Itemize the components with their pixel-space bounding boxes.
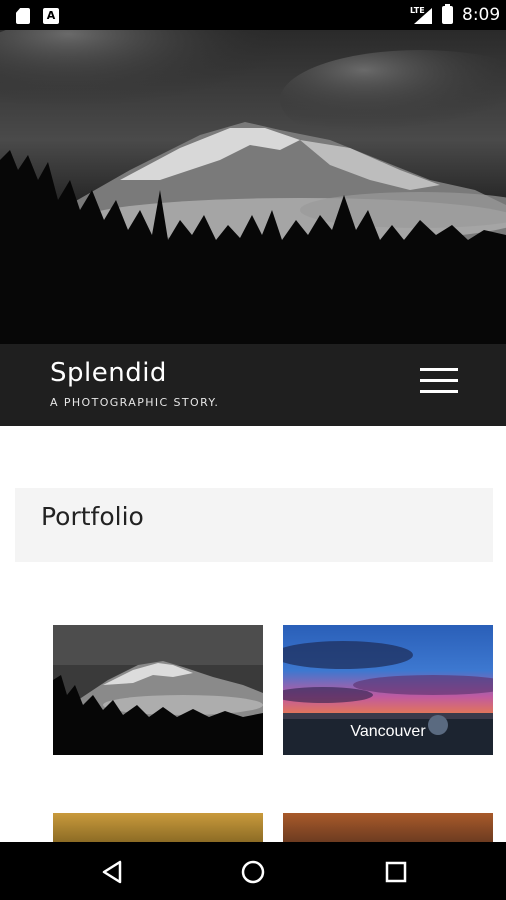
site-tagline: A PHOTOGRAPHIC STORY. [50,396,220,409]
a-notification-icon: A [43,8,59,24]
portfolio-section-header: Portfolio [15,488,493,562]
sd-card-icon [16,8,30,24]
navigation-bar [0,842,506,900]
home-icon[interactable] [240,859,266,885]
recents-icon[interactable] [383,859,409,885]
portfolio-item-vancouver[interactable]: Vancouver [283,625,493,755]
portfolio-item-3[interactable] [53,813,263,843]
portfolio-item-4[interactable] [283,813,493,843]
portfolio-item-mountain[interactable] [53,625,263,755]
signal-icon [414,8,432,24]
status-time: 8:09 [462,5,501,25]
site-title[interactable]: Splendid [50,358,167,388]
portfolio-item-label: Vancouver [350,723,426,740]
portfolio-heading: Portfolio [41,502,144,531]
hero-image [0,30,506,344]
status-bar: A LTE 8:09 [0,0,506,30]
back-icon[interactable] [100,859,126,885]
hamburger-menu-icon[interactable] [420,368,460,396]
site-header: Splendid A PHOTOGRAPHIC STORY. [0,344,506,426]
battery-icon [442,4,453,24]
